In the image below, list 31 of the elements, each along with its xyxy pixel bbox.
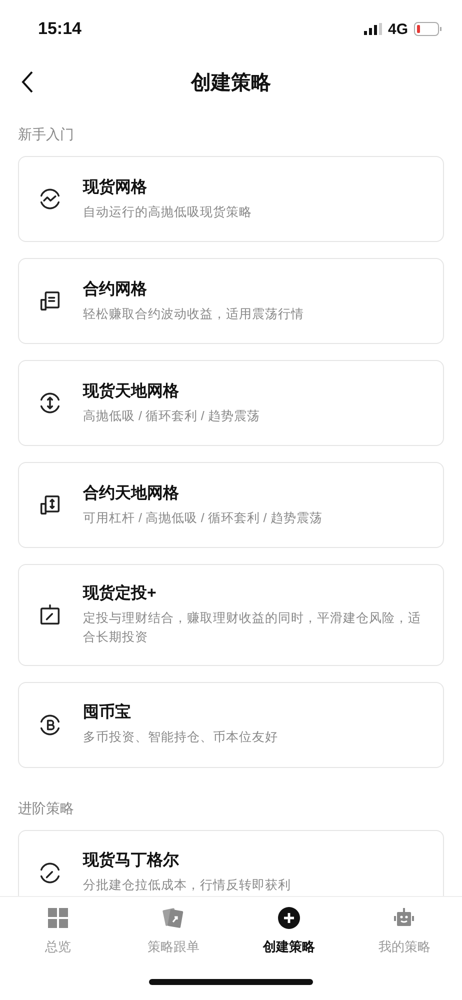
strategy-description: 多币投资、智能持仓、币本位友好 (83, 729, 278, 746)
strategy-title: 现货马丁格尔 (83, 850, 180, 872)
strategy-title: 现货网格 (83, 178, 148, 198)
strategy-description: 自动运行的高抛低吸现货策略 (83, 204, 252, 221)
network-label: 4G (388, 20, 408, 38)
strategy-title: 合约天地网格 (83, 484, 180, 504)
strategy-description: 可用杠杆 / 高抛低吸 / 循环套利 / 趋势震荡 (83, 510, 322, 527)
strategy-title: 现货定投+ (83, 583, 158, 604)
tab-item[interactable]: 创建策略 (231, 897, 346, 965)
status-time: 15:14 (38, 19, 82, 39)
section-title: 进阶策略 (18, 798, 75, 818)
signal-icon (364, 23, 382, 35)
strategy-card[interactable]: 现货天地网格 高抛低吸 / 循环套利 / 趋势震荡 (18, 360, 444, 446)
strategy-description: 定投与理财结合，赚取理财收益的同时，平滑建仓风险，适合长期投资 (83, 610, 422, 646)
strategy-title: 囤币宝 (83, 702, 132, 724)
grid-icon (46, 906, 70, 930)
strategy-card[interactable]: 现货网格 自动运行的高抛低吸现货策略 (18, 156, 444, 242)
add-icon (276, 906, 301, 930)
strategy-card[interactable]: 囤币宝 多币投资、智能持仓、币本位友好 (18, 682, 444, 768)
strategy-description: 分批建仓拉低成本，行情反转即获利 (83, 877, 291, 894)
battery-icon (414, 22, 442, 36)
strategy-title: 现货天地网格 (83, 382, 180, 402)
section-title: 新手入门 (18, 125, 75, 144)
strategy-card[interactable]: 合约天地网格 可用杠杆 / 高抛低吸 / 循环套利 / 趋势震荡 (18, 462, 444, 548)
strategy-card[interactable]: 现货定投+ 定投与理财结合，赚取理财收益的同时，平滑建仓风险，适合长期投资 (18, 564, 444, 666)
page-title: 创建策略 (191, 70, 271, 96)
cards-icon (161, 906, 186, 930)
strategy-description: 高抛低吸 / 循环套利 / 趋势震荡 (83, 408, 260, 425)
strategy-title: 合约网格 (83, 280, 148, 300)
strategy-description: 轻松赚取合约波动收益，适用震荡行情 (83, 306, 304, 323)
strategy-card[interactable]: 合约网格 轻松赚取合约波动收益，适用震荡行情 (18, 258, 444, 344)
